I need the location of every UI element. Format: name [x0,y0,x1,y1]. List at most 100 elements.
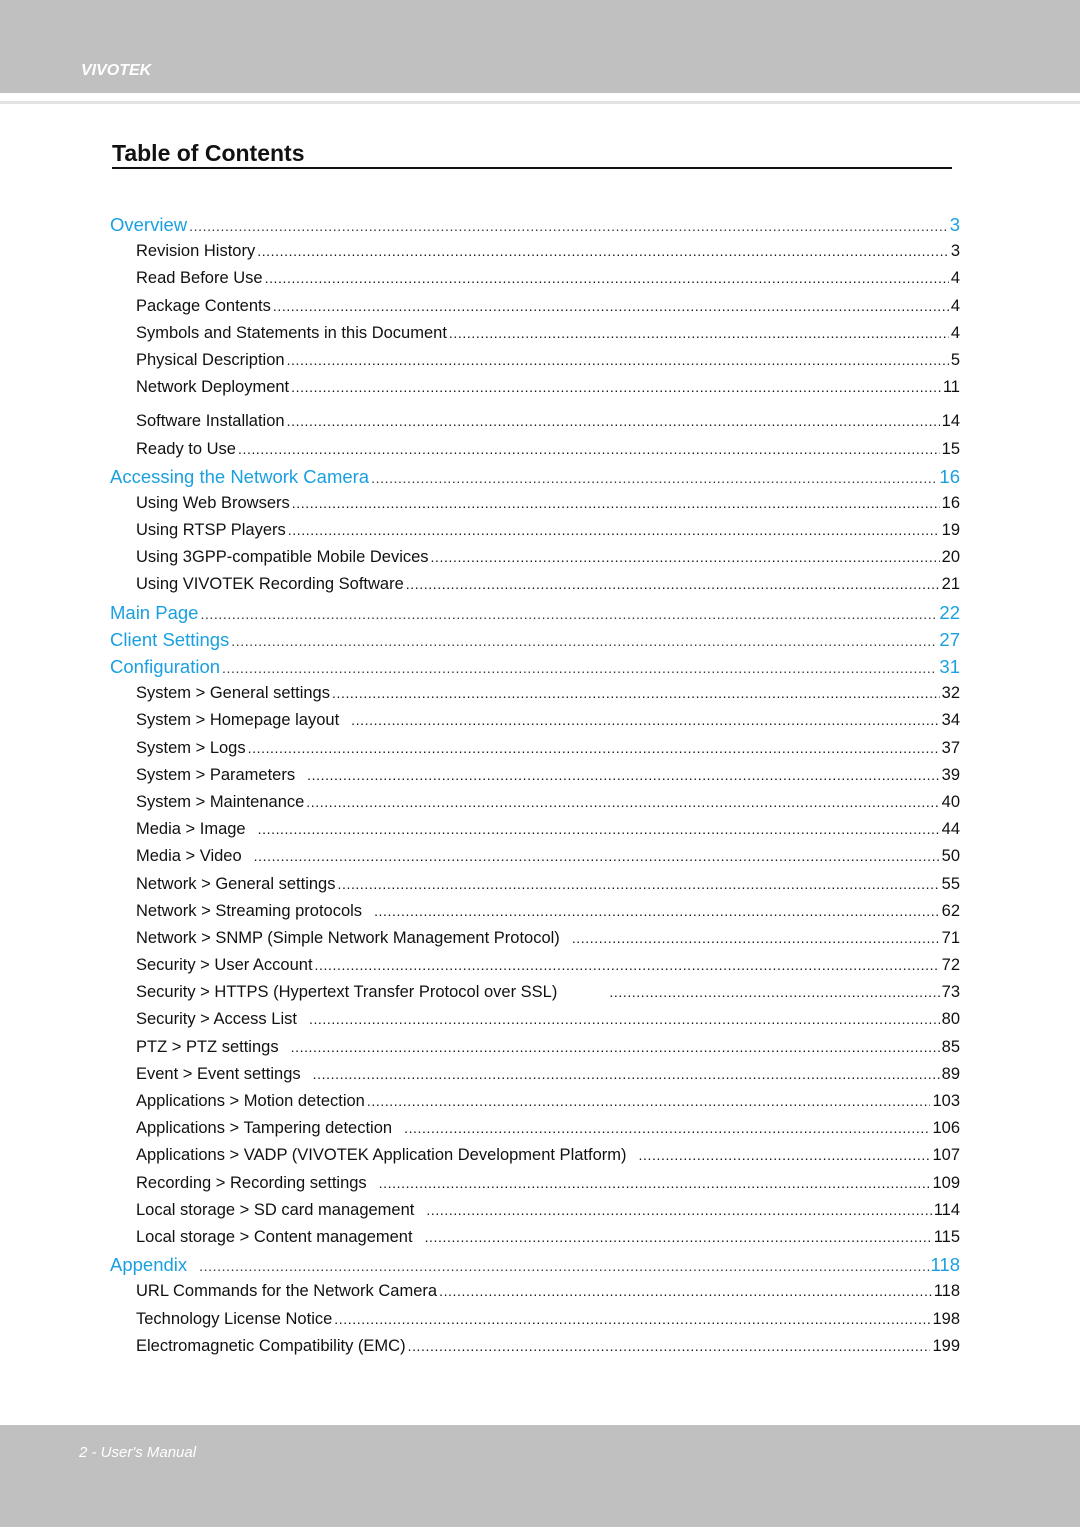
toc-entry-label: Local storage > SD card management [136,1200,415,1219]
toc-subsection-entry[interactable]: Media > Video 50 [110,843,960,870]
toc-subsection-entry[interactable]: System > Parameters 39 [110,762,960,789]
toc-entry-page-number: 39 [941,765,960,784]
dot-leader [426,1197,931,1224]
toc-entry-page-number: 4 [950,269,960,288]
toc-entry-label: Network > General settings [136,874,336,893]
toc-entry-page-number: 4 [950,323,960,342]
toc-entry-page-number: 14 [941,412,960,431]
toc-subsection-entry[interactable]: Recording > Recording settings 109 [110,1170,960,1197]
toc-subsection-entry[interactable]: Using Web Browsers 16 [110,490,960,517]
toc-entry-label: Using Web Browsers [136,493,290,512]
dot-leader [222,655,937,680]
toc-subsection-entry[interactable]: System > Maintenance 40 [110,789,960,816]
dot-leader [248,735,940,762]
footer-page-label: 2 - User's Manual [79,1444,197,1461]
toc-subsection-entry[interactable]: Applications > VADP (VIVOTEK Application… [110,1142,960,1169]
toc-entry-label: System > Maintenance [136,792,305,811]
toc-subsection-entry[interactable]: System > Logs 37 [110,735,960,762]
toc-entry-page-number: 5 [950,350,960,369]
header-band [0,0,1080,93]
toc-subsection-entry[interactable]: Local storage > Content management 115 [110,1224,960,1251]
toc-entry-label: Ready to Use [136,439,236,458]
toc-subsection-entry[interactable]: Electromagnetic Compatibility (EMC) 199 [110,1333,960,1360]
toc-entry-label: Security > Access List [136,1010,297,1029]
toc-subsection-entry[interactable]: Using 3GPP-compatible Mobile Devices 20 [110,544,960,571]
toc-entry-label: Using RTSP Players [136,521,286,540]
toc-subsection-entry[interactable]: Applications > Motion detection 103 [110,1088,960,1115]
toc-subsection-entry[interactable]: Read Before Use 4 [110,265,960,292]
toc-entry-label: System > Logs [136,738,246,757]
toc-entry-label: Security > HTTPS (Hypertext Transfer Pro… [136,983,558,1002]
toc-subsection-entry[interactable]: Network > Streaming protocols 62 [110,898,960,925]
toc-subsection-entry[interactable]: Applications > Tampering detection 106 [110,1115,960,1142]
toc-entry-label: Appendix [110,1254,188,1276]
toc-subsection-entry[interactable]: Using RTSP Players 19 [110,517,960,544]
table-of-contents: Overview 3 Revision History 3 Read Before Us… [110,211,960,1360]
dot-leader [374,898,940,925]
toc-entry-page-number: 4 [950,296,960,315]
toc-entry-label: Electromagnetic Compatibility (EMC) [136,1336,406,1355]
toc-entry-page-number: 118 [933,1282,960,1301]
dot-leader [449,320,949,347]
toc-entry-page-number: 22 [939,601,960,623]
toc-section-entry[interactable]: Accessing the Network Camera 16 [110,463,960,490]
toc-section-entry[interactable]: Overview 3 [110,211,960,238]
toc-subsection-entry[interactable]: Symbols and Statements in this Document 4 [110,320,960,347]
dot-leader [408,1333,931,1360]
dot-leader [231,628,937,653]
toc-entry-page-number: 89 [941,1064,960,1083]
dot-leader [404,1115,930,1142]
toc-entry-label: System > General settings [136,684,330,703]
toc-subsection-entry[interactable]: Network > General settings 55 [110,871,960,898]
toc-subsection-entry[interactable]: Package Contents 4 [110,293,960,320]
toc-subsection-entry[interactable]: Physical Description 5 [110,347,960,374]
toc-subsection-entry[interactable]: PTZ > PTZ settings 85 [110,1034,960,1061]
toc-subsection-entry[interactable]: Security > Access List 80 [110,1006,960,1033]
toc-subsection-entry[interactable]: Using VIVOTEK Recording Software 21 [110,571,960,598]
dot-leader [309,1006,940,1033]
toc-section-entry[interactable]: Client Settings 27 [110,626,960,653]
dot-leader [287,347,949,374]
toc-entry-page-number: 80 [941,1010,960,1029]
toc-entry-label: System > Homepage layout [136,711,340,730]
toc-entry-label: Client Settings [110,628,230,650]
toc-entry-page-number: 37 [941,738,960,757]
dot-leader [337,871,939,898]
toc-section-entry[interactable]: Configuration 31 [110,653,960,680]
toc-subsection-entry[interactable]: Network > SNMP (Simple Network Managemen… [110,925,960,952]
toc-section-entry[interactable]: Appendix 118 [110,1251,960,1278]
toc-entry-page-number: 118 [930,1254,961,1276]
dot-leader [254,843,940,870]
toc-entry-label: Revision History [136,242,256,261]
toc-entry-label: PTZ > PTZ settings [136,1037,279,1056]
toc-subsection-entry[interactable]: URL Commands for the Network Camera 118 [110,1278,960,1305]
dot-leader [200,601,937,626]
toc-entry-label: Network Deployment [136,378,290,397]
dot-leader [313,1061,940,1088]
dot-leader [189,213,948,238]
dot-leader [306,789,939,816]
toc-subsection-entry[interactable]: Security > User Account 72 [110,952,960,979]
toc-subsection-entry[interactable]: Ready to Use 15 [110,436,960,463]
toc-subsection-entry[interactable]: Technology License Notice 198 [110,1306,960,1333]
toc-subsection-entry[interactable]: Security > HTTPS (Hypertext Transfer Pro… [110,979,960,1006]
toc-entry-page-number: 73 [941,983,960,1002]
toc-subsection-entry[interactable]: Event > Event settings 89 [110,1061,960,1088]
toc-entry-label: Using VIVOTEK Recording Software [136,575,404,594]
toc-subsection-entry[interactable]: Revision History 3 [110,238,960,265]
toc-entry-label: Media > Image [136,820,246,839]
toc-subsection-entry[interactable]: Media > Image 44 [110,816,960,843]
dot-leader [258,816,940,843]
toc-entry-page-number: 20 [941,548,960,567]
toc-subsection-entry[interactable]: Local storage > SD card management 114 [110,1197,960,1224]
toc-subsection-entry[interactable]: Software Installation 14 [110,408,960,435]
toc-subsection-entry[interactable]: System > General settings 32 [110,680,960,707]
toc-entry-page-number: 103 [932,1092,960,1110]
toc-entry-label: Network > SNMP (Simple Network Managemen… [136,928,560,947]
toc-subsection-entry[interactable]: System > Homepage layout 34 [110,707,960,734]
page-title: Table of Contents [112,140,952,169]
dot-leader [572,925,940,952]
toc-subsection-entry[interactable]: Network Deployment 11 [110,374,960,401]
toc-entry-label: Symbols and Statements in this Document [136,323,447,342]
toc-section-entry[interactable]: Main Page 22 [110,599,960,626]
